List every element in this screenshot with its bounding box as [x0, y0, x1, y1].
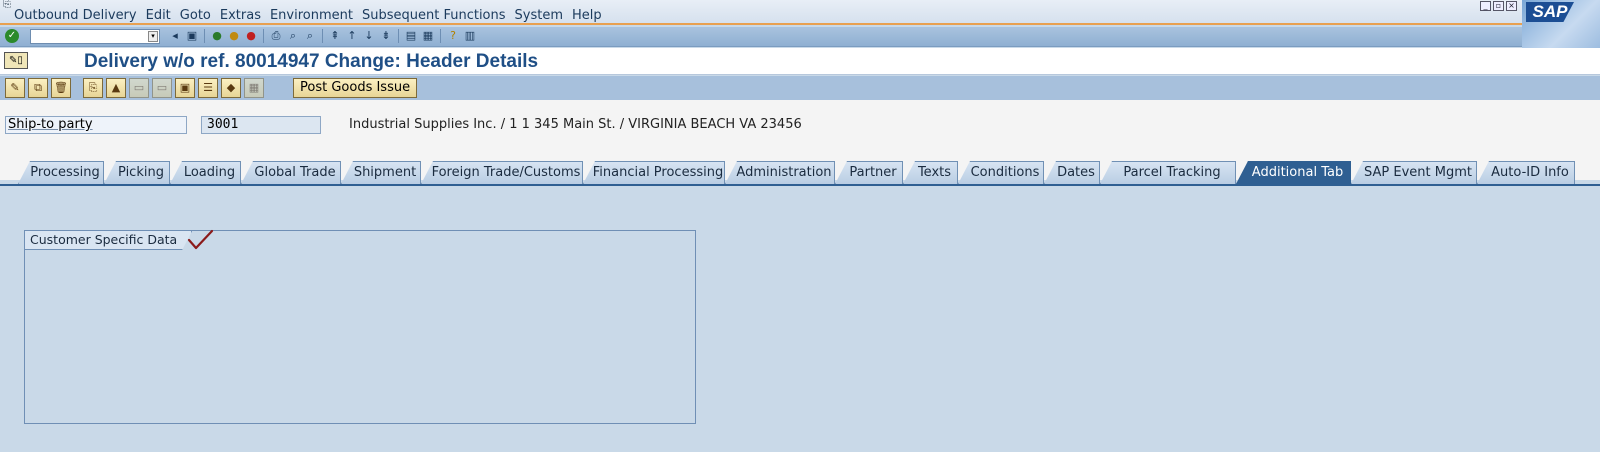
menu-outbound-delivery[interactable]: Outbound Delivery — [14, 8, 137, 23]
previous-page-icon[interactable]: ↑ — [345, 29, 359, 43]
tab-conditions[interactable]: Conditions — [958, 161, 1044, 184]
create-session-icon[interactable]: ▤ — [404, 29, 418, 43]
tab-shipment[interactable]: Shipment — [341, 161, 421, 184]
restore-icon[interactable]: ▫ — [1493, 1, 1504, 11]
header-icon[interactable]: ▲ — [106, 78, 126, 98]
item-details-icon[interactable]: ▭ — [129, 78, 149, 98]
find-icon[interactable]: ⌕ — [286, 29, 300, 43]
tab-auto-id-info[interactable]: Auto-ID Info — [1477, 161, 1575, 184]
window-controls: _ ▫ × — [1480, 1, 1517, 11]
tab-processing[interactable]: Processing — [18, 161, 104, 184]
tab-dates[interactable]: Dates — [1044, 161, 1100, 184]
menu-bar: ⎘ Outbound Delivery Edit Goto Extras Env… — [0, 0, 1600, 25]
enter-check-icon[interactable]: ✓ — [5, 29, 19, 43]
ship-to-party-description: Industrial Supplies Inc. / 1 1 345 Main … — [349, 117, 802, 132]
tab-additional-tab[interactable]: Additional Tab — [1236, 161, 1351, 184]
tab-partner[interactable]: Partner — [835, 161, 903, 184]
standard-toolbar-icons: ◂ ▣ ● ● ● ⎙ ⌕ ⌕ ⇞ ↑ ↓ ⇟ ▤ ▦ ? ▥ — [168, 29, 477, 43]
display-change-toggle-icon[interactable]: ✎▯ — [4, 52, 28, 69]
menu-extras[interactable]: Extras — [220, 8, 261, 23]
title-bar: ✎▯ Delivery w/o ref. 80014947 Change: He… — [0, 48, 1600, 75]
cancel-icon[interactable]: ● — [244, 29, 258, 43]
batch-split-icon[interactable]: ▭ — [152, 78, 172, 98]
group-title: Customer Specific Data — [25, 231, 192, 250]
tab-global-trade[interactable]: Global Trade — [241, 161, 341, 184]
sap-logo-text: SAP — [1526, 2, 1574, 22]
toolbar-separator — [204, 29, 205, 43]
menu-edit[interactable]: Edit — [146, 8, 171, 23]
group-check-mark-icon — [187, 229, 214, 250]
standard-toolbar: ✓ ▾ ◂ ▣ ● ● ● ⎙ ⌕ ⌕ ⇞ ↑ ↓ ⇟ ▤ ▦ ? ▥ — [0, 27, 1522, 47]
menu-environment[interactable]: Environment — [270, 8, 353, 23]
display-change-icon[interactable]: ✎ — [5, 78, 25, 98]
tab-parcel-tracking[interactable]: Parcel Tracking — [1100, 161, 1236, 184]
tab-foreign-trade-customs[interactable]: Foreign Trade/Customs — [421, 161, 583, 184]
menu-goto[interactable]: Goto — [180, 8, 211, 23]
tab-financial-processing[interactable]: Financial Processing — [583, 161, 725, 184]
application-toolbar: ✎ ⧉ 🗑 ⎘ ▲ ▭ ▭ ▣ ☰ ◆ ▦ Post Goods Issue — [0, 76, 1600, 100]
menu-subsequent-functions[interactable]: Subsequent Functions — [362, 8, 506, 23]
layout-menu-icon[interactable]: ▥ — [463, 29, 477, 43]
post-goods-issue-button[interactable]: Post Goods Issue — [293, 78, 418, 98]
sap-logo: SAP — [1522, 0, 1600, 48]
back-icon[interactable]: ● — [210, 29, 224, 43]
close-window-icon[interactable]: × — [1506, 1, 1517, 11]
command-dropdown-icon[interactable]: ▾ — [148, 31, 158, 42]
toolbar-separator — [322, 29, 323, 43]
toolbar-separator — [398, 29, 399, 43]
minimize-icon[interactable]: _ — [1480, 1, 1491, 11]
tab-content-pane: Customer Specific Data — [0, 186, 1600, 452]
page-title: Delivery w/o ref. 80014947 Change: Heade… — [84, 51, 539, 72]
shortcut-icon[interactable]: ▦ — [421, 29, 435, 43]
save-icon[interactable]: ▣ — [185, 29, 199, 43]
tab-loading[interactable]: Loading — [170, 161, 241, 184]
last-page-icon[interactable]: ⇟ — [379, 29, 393, 43]
menu-system[interactable]: System — [515, 8, 563, 23]
ship-to-party-label[interactable]: Ship-to party — [5, 116, 187, 134]
ship-icon[interactable]: ◆ — [221, 78, 241, 98]
customer-specific-data-group: Customer Specific Data — [24, 230, 696, 424]
help-icon[interactable]: ? — [446, 29, 460, 43]
menu-items: Outbound Delivery Edit Goto Extras Envir… — [14, 8, 611, 23]
output-icon[interactable]: ☰ — [198, 78, 218, 98]
menu-help[interactable]: Help — [572, 8, 602, 23]
tab-strip: Processing Picking Loading Global Trade … — [0, 161, 1600, 186]
find-next-icon[interactable]: ⌕ — [303, 29, 317, 43]
tab-texts[interactable]: Texts — [903, 161, 958, 184]
exit-icon[interactable]: ● — [227, 29, 241, 43]
toolbar-separator — [440, 29, 441, 43]
next-page-icon[interactable]: ↓ — [362, 29, 376, 43]
delete-icon[interactable]: 🗑 — [51, 78, 71, 98]
print-icon[interactable]: ⎙ — [269, 29, 283, 43]
ship-to-party-field[interactable]: 3001 — [201, 116, 321, 134]
tab-administration[interactable]: Administration — [725, 161, 835, 184]
pack-icon[interactable]: ▣ — [175, 78, 195, 98]
tab-sap-event-mgmt[interactable]: SAP Event Mgmt — [1351, 161, 1477, 184]
other-delivery-icon[interactable]: ⧉ — [28, 78, 48, 98]
toolbar-separator — [263, 29, 264, 43]
tab-picking[interactable]: Picking — [104, 161, 170, 184]
first-page-icon[interactable]: ⇞ — [328, 29, 342, 43]
back-arrow-icon[interactable]: ◂ — [168, 29, 182, 43]
grid-icon[interactable]: ▦ — [244, 78, 264, 98]
application-toolbar-icons: ✎ ⧉ 🗑 ⎘ ▲ ▭ ▭ ▣ ☰ ◆ ▦ — [5, 78, 264, 98]
command-field[interactable]: ▾ — [30, 29, 160, 44]
overview-icon[interactable]: ⎘ — [83, 78, 103, 98]
